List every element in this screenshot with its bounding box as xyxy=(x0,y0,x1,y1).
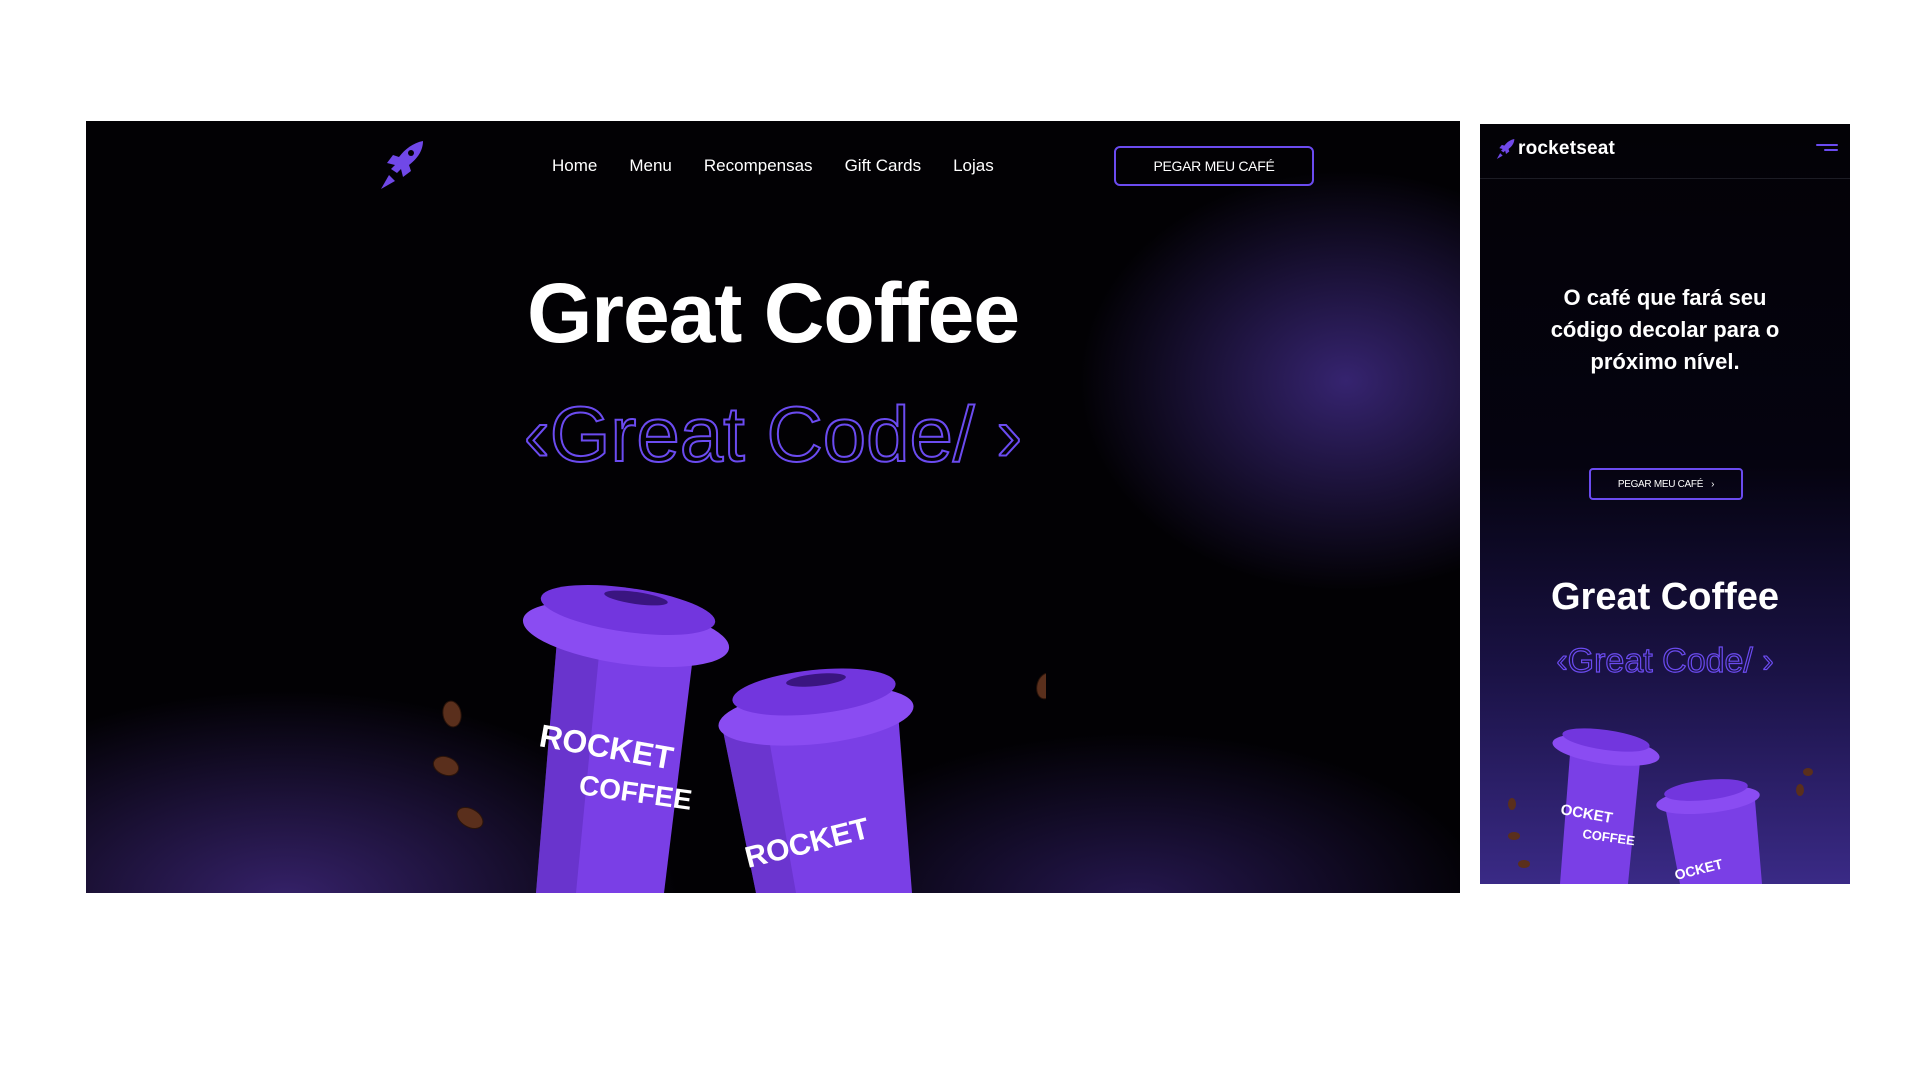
nav-link-home[interactable]: Home xyxy=(552,156,597,176)
coffee-cup-left: ROCKET COFFEE xyxy=(522,585,730,893)
hero-subheadline: ‹Great Code/ › xyxy=(523,389,1024,479)
rocket-logo-icon[interactable] xyxy=(379,139,427,191)
mobile-preview: rocketseat O café que fará seu código de… xyxy=(1480,124,1850,884)
coffee-beans-right xyxy=(1036,672,1046,700)
nav-link-lojas[interactable]: Lojas xyxy=(953,156,994,176)
mobile-hero-subheadline: ‹Great Code/ › xyxy=(1556,641,1775,680)
hero-headline: Great Coffee xyxy=(526,266,1020,360)
coffee-beans-left xyxy=(432,700,484,829)
chevron-right-icon: › xyxy=(1711,478,1715,490)
mobile-tagline: O café que fará seu código decolar para … xyxy=(1550,285,1780,374)
get-coffee-button[interactable]: PEGAR MEU CAFÉ xyxy=(1114,146,1314,186)
mobile-header: rocketseat xyxy=(1480,124,1850,179)
nav-link-gift-cards[interactable]: Gift Cards xyxy=(845,156,922,176)
brand-name[interactable]: rocketseat xyxy=(1518,138,1615,160)
svg-text:‹Great Code/ ›: ‹Great Code/ › xyxy=(524,390,1023,478)
mobile-get-coffee-button[interactable]: PEGAR MEU CAFÉ › xyxy=(1589,468,1743,500)
hamburger-menu-icon[interactable] xyxy=(1816,144,1838,158)
main-nav: Home Menu Recompensas Gift Cards Lojas xyxy=(552,156,994,176)
mobile-cta-label: PEGAR MEU CAFÉ xyxy=(1617,478,1704,490)
coffee-cup-right: ROCKET xyxy=(718,668,914,893)
rocket-logo-icon[interactable] xyxy=(1496,138,1516,160)
mobile-coffee-cups-image: OCKET COFFEE OCKET xyxy=(1508,728,1813,884)
nav-link-menu[interactable]: Menu xyxy=(629,156,672,176)
nav-link-recompensas[interactable]: Recompensas xyxy=(704,156,813,176)
mobile-hero-headline: Great Coffee xyxy=(1550,576,1780,618)
svg-text:‹Great Code/ ›: ‹Great Code/ › xyxy=(1556,642,1773,680)
desktop-preview: Home Menu Recompensas Gift Cards Lojas P… xyxy=(86,121,1460,893)
coffee-cups-image: ROCKET COFFEE ROCKET xyxy=(432,585,1046,893)
